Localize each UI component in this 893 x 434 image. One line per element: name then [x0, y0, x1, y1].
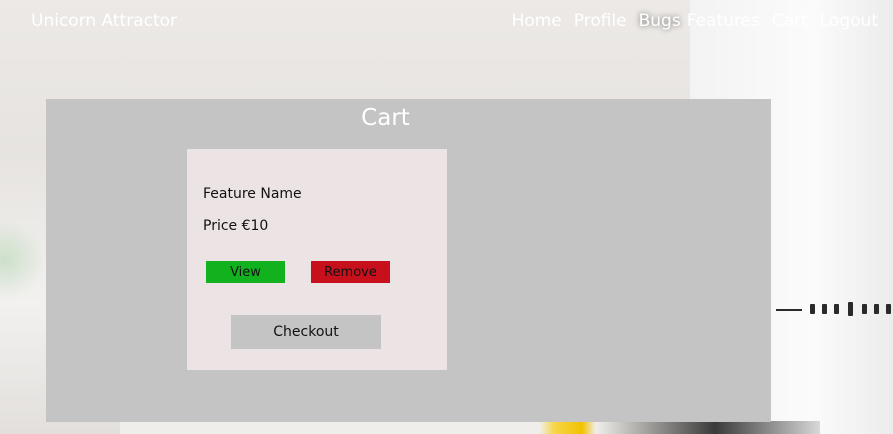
nav-logout[interactable]: Logout: [820, 11, 878, 31]
cart-title: Cart: [361, 105, 410, 131]
price-label: Price: [203, 218, 238, 234]
brand-link[interactable]: Unicorn Attractor: [31, 11, 177, 31]
view-button[interactable]: View: [206, 261, 285, 283]
nav-features[interactable]: Features: [687, 11, 760, 31]
background-ports: [776, 300, 893, 316]
price-row: Price €10: [203, 218, 268, 234]
nav-links: Home Profile Bugs Features Cart Logout: [500, 11, 878, 31]
checkout-button[interactable]: Checkout: [231, 315, 381, 349]
nav-cart[interactable]: Cart: [772, 11, 808, 31]
navbar: Unicorn Attractor Home Profile Bugs Feat…: [0, 0, 893, 45]
nav-profile[interactable]: Profile: [574, 11, 627, 31]
background-plant: [0, 220, 46, 300]
price-value: €10: [241, 218, 269, 234]
background-desk-items: [120, 421, 820, 434]
page-background: Unicorn Attractor Home Profile Bugs Feat…: [0, 0, 893, 434]
cart-item-card: Feature Name Price €10 View Remove Check…: [187, 149, 447, 370]
remove-button[interactable]: Remove: [311, 261, 390, 283]
feature-name: Feature Name: [203, 186, 302, 202]
nav-bugs[interactable]: Bugs: [639, 11, 681, 31]
nav-home[interactable]: Home: [512, 11, 562, 31]
